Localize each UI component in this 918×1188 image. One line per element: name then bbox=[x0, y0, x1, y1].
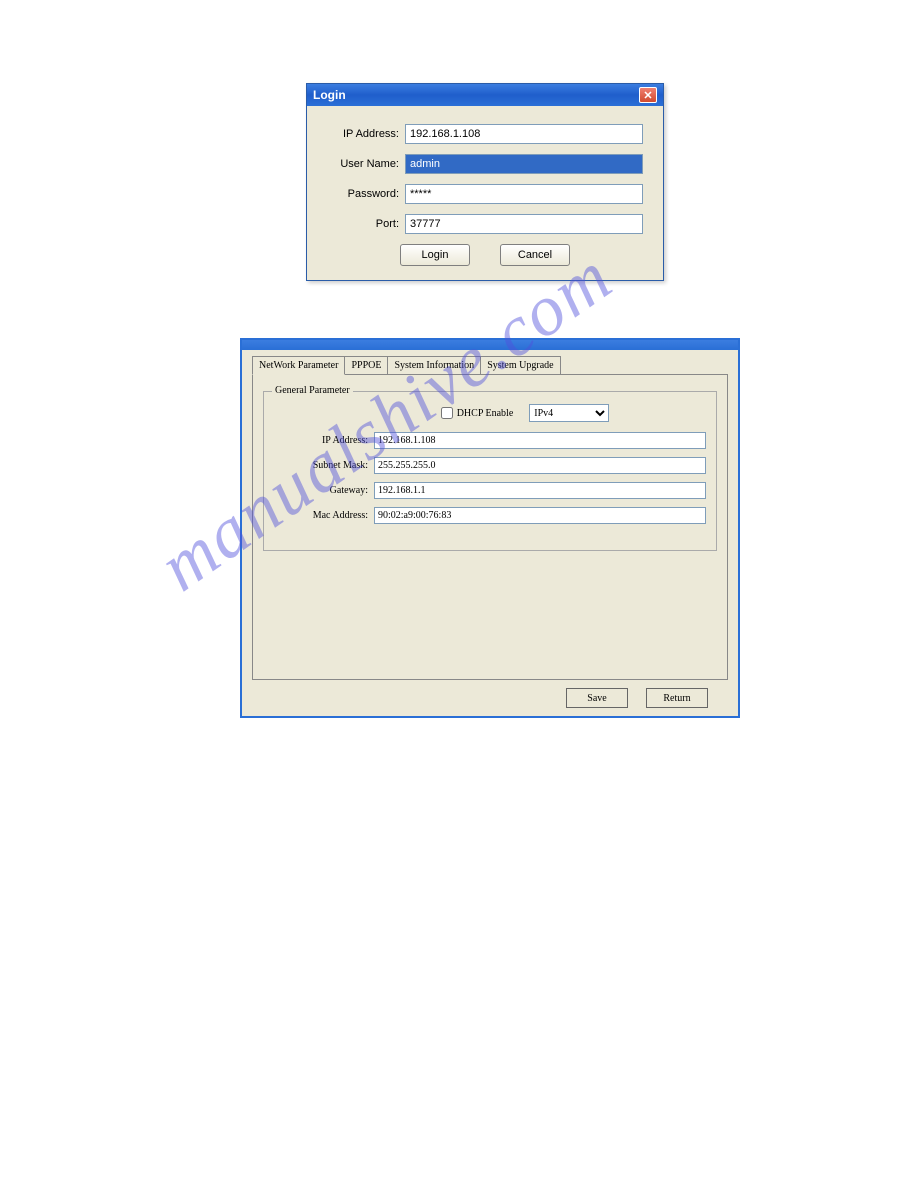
config-mac-input[interactable] bbox=[374, 507, 706, 524]
login-button[interactable]: Login bbox=[400, 244, 470, 266]
close-button[interactable]: ✕ bbox=[639, 87, 657, 103]
password-label: Password: bbox=[327, 188, 405, 200]
dhcp-enable-label[interactable]: DHCP Enable bbox=[441, 407, 514, 419]
config-ip-input[interactable] bbox=[374, 432, 706, 449]
dhcp-row: DHCP Enable IPv4 bbox=[344, 404, 706, 422]
ip-version-select[interactable]: IPv4 bbox=[529, 404, 609, 422]
config-gateway-row: Gateway: bbox=[274, 482, 706, 499]
ip-address-label: IP Address: bbox=[327, 128, 405, 140]
config-subnet-input[interactable] bbox=[374, 457, 706, 474]
config-mac-label: Mac Address: bbox=[274, 510, 374, 521]
password-input[interactable] bbox=[405, 184, 643, 204]
ip-row: IP Address: bbox=[327, 124, 643, 144]
port-row: Port: bbox=[327, 214, 643, 234]
tab-strip: NetWork Parameter PPPOE System Informati… bbox=[252, 356, 728, 375]
ip-address-input[interactable] bbox=[405, 124, 643, 144]
config-mac-row: Mac Address: bbox=[274, 507, 706, 524]
login-titlebar: Login ✕ bbox=[307, 84, 663, 106]
port-input[interactable] bbox=[405, 214, 643, 234]
config-gateway-input[interactable] bbox=[374, 482, 706, 499]
tab-content: General Parameter DHCP Enable IPv4 IP Ad… bbox=[252, 374, 728, 680]
cancel-button[interactable]: Cancel bbox=[500, 244, 570, 266]
config-window: NetWork Parameter PPPOE System Informati… bbox=[240, 338, 740, 718]
login-title: Login bbox=[313, 88, 346, 102]
return-button[interactable]: Return bbox=[646, 688, 708, 708]
config-titlebar bbox=[242, 340, 738, 350]
general-parameter-group: General Parameter DHCP Enable IPv4 IP Ad… bbox=[263, 391, 717, 551]
login-button-row: Login Cancel bbox=[327, 244, 643, 266]
username-row: User Name: bbox=[327, 154, 643, 174]
port-label: Port: bbox=[327, 218, 405, 230]
dhcp-enable-checkbox[interactable] bbox=[441, 407, 453, 419]
config-body: NetWork Parameter PPPOE System Informati… bbox=[242, 350, 738, 716]
save-button[interactable]: Save bbox=[566, 688, 628, 708]
config-ip-label: IP Address: bbox=[274, 435, 374, 446]
config-ip-row: IP Address: bbox=[274, 432, 706, 449]
group-legend: General Parameter bbox=[272, 385, 353, 396]
login-dialog: Login ✕ IP Address: User Name: Password:… bbox=[306, 83, 664, 281]
login-body: IP Address: User Name: Password: Port: L… bbox=[307, 106, 663, 280]
dhcp-label-text: DHCP Enable bbox=[457, 408, 514, 419]
tab-pppoe[interactable]: PPPOE bbox=[344, 356, 388, 375]
config-gateway-label: Gateway: bbox=[274, 485, 374, 496]
tab-system-information[interactable]: System Information bbox=[387, 356, 481, 375]
config-button-row: Save Return bbox=[252, 680, 728, 708]
config-subnet-label: Subnet Mask: bbox=[274, 460, 374, 471]
tab-network-parameter[interactable]: NetWork Parameter bbox=[252, 356, 345, 375]
username-label: User Name: bbox=[327, 158, 405, 170]
close-icon: ✕ bbox=[643, 89, 652, 102]
config-subnet-row: Subnet Mask: bbox=[274, 457, 706, 474]
username-input[interactable] bbox=[405, 154, 643, 174]
password-row: Password: bbox=[327, 184, 643, 204]
tab-system-upgrade[interactable]: System Upgrade bbox=[480, 356, 560, 375]
